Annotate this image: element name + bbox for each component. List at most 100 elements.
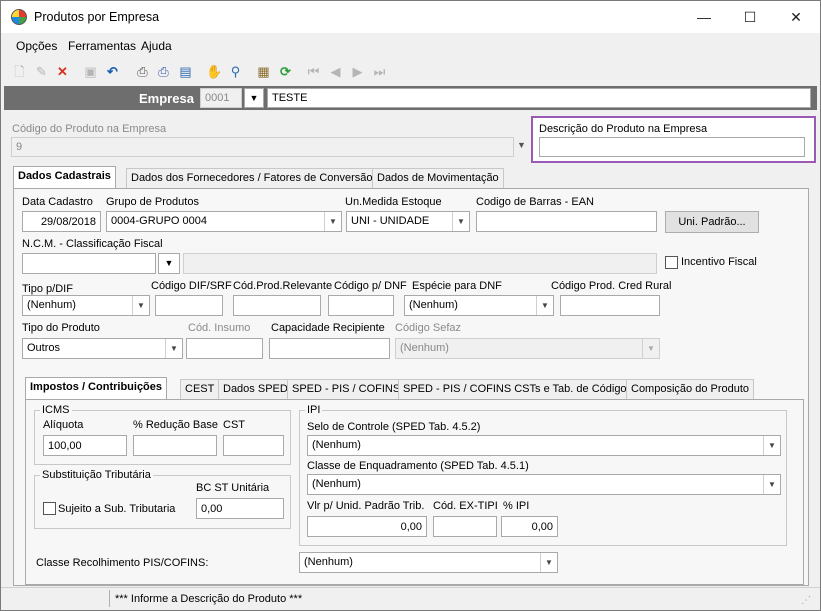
last-record-icon[interactable]: ⏭ [371, 63, 388, 80]
pct-ipi-input[interactable] [501, 516, 558, 537]
close-button[interactable]: ✕ [773, 1, 819, 33]
cod-dif-srf-input[interactable] [155, 295, 223, 316]
tab-impostos[interactable]: Impostos / Contribuições [25, 377, 168, 399]
subst-tributaria-title: Substituição Tributária [40, 469, 153, 481]
tipo-produto-value: Outros [27, 342, 61, 354]
prev-record-icon[interactable]: ◀ [327, 63, 344, 80]
chevron-down-icon: ▼ [536, 296, 553, 315]
delete-icon[interactable]: ✕ [54, 63, 71, 80]
cod-dnf-input[interactable] [328, 295, 394, 316]
ncm-description-input[interactable] [183, 253, 657, 274]
un-medida-select[interactable]: UNI - UNIDADE ▼ [346, 211, 470, 232]
cod-insumo-input[interactable] [186, 338, 263, 359]
cod-ex-tipi-input[interactable] [433, 516, 497, 537]
tipo-dif-select[interactable]: (Nenhum) ▼ [22, 295, 150, 316]
capacidade-input[interactable] [269, 338, 390, 359]
edit-icon[interactable]: ✎ [33, 63, 50, 80]
classe-enquadramento-select[interactable]: (Nenhum) ▼ [307, 474, 781, 495]
cod-prod-relevante-input[interactable] [233, 295, 321, 316]
save-icon[interactable]: ▣ [82, 63, 99, 80]
chevron-down-icon: ▼ [132, 296, 149, 315]
classe-recolhimento-select[interactable]: (Nenhum) ▼ [299, 552, 558, 573]
uni-padrao-button[interactable]: Uni. Padrão... [665, 211, 759, 233]
tab-dados-sped[interactable]: Dados SPED [218, 379, 293, 399]
ncm-dropdown-button[interactable]: ▼ [158, 253, 180, 274]
grupo-produtos-value: 0004-GRUPO 0004 [111, 215, 207, 227]
new-icon[interactable]: 🗋 [11, 63, 28, 80]
aliquota-input[interactable] [43, 435, 127, 456]
minimize-button[interactable]: — [681, 1, 727, 33]
cod-cred-rural-input[interactable] [560, 295, 660, 316]
especie-dnf-value: (Nenhum) [409, 299, 458, 311]
tipo-produto-select[interactable]: Outros ▼ [22, 338, 183, 359]
empresa-code-input[interactable] [200, 88, 242, 108]
chevron-down-icon: ▼ [763, 475, 780, 494]
vlr-unid-input[interactable] [307, 516, 427, 537]
ean-input[interactable] [476, 211, 657, 232]
tipo-produto-label: Tipo do Produto [22, 322, 100, 334]
tipo-dif-value: (Nenhum) [27, 299, 76, 311]
tab-dados-cadastrais[interactable]: Dados Cadastrais [13, 166, 116, 188]
search-icon[interactable]: ⚲ [227, 63, 244, 80]
grupo-produtos-select[interactable]: 0004-GRUPO 0004 ▼ [106, 211, 342, 232]
empresa-dropdown-button[interactable]: ▼ [244, 88, 264, 108]
resize-grip-icon[interactable]: ⋰ [801, 595, 811, 606]
tab-dados-fornecedores[interactable]: Dados dos Fornecedores / Fatores de Conv… [126, 168, 378, 188]
tab-sped-pis-cofins[interactable]: SPED - PIS / COFINS [287, 379, 406, 399]
next-record-icon[interactable]: ▶ [349, 63, 366, 80]
especie-dnf-select[interactable]: (Nenhum) ▼ [404, 295, 554, 316]
hand-icon[interactable]: ✋ [206, 63, 223, 80]
refresh-icon[interactable]: ⟳ [277, 63, 294, 80]
cod-prod-relevante-label: Cód.Prod.Relevante [233, 280, 333, 292]
menu-opcoes[interactable]: Opções [16, 39, 57, 53]
tab-cest[interactable]: CEST [180, 379, 220, 399]
chevron-down-icon: ▼ [324, 212, 341, 231]
descricao-produto-input[interactable] [539, 137, 805, 157]
ncm-input[interactable] [22, 253, 156, 274]
tab-sped-pis-cofins-csts[interactable]: SPED - PIS / COFINS CSTs e Tab. de Códig… [398, 379, 638, 399]
empresa-name-input[interactable] [267, 88, 811, 108]
undo-icon[interactable]: ↶ [104, 63, 121, 80]
codigo-produto-input[interactable] [11, 137, 514, 157]
classe-enquadramento-label: Classe de Enquadramento (SPED Tab. 4.5.1… [307, 460, 529, 472]
sujeito-sub-checkbox[interactable] [43, 502, 56, 515]
reducao-base-input[interactable] [133, 435, 217, 456]
tipo-dif-label: Tipo p/DIF [22, 283, 73, 295]
codigo-dropdown-icon[interactable]: ▼ [517, 140, 526, 150]
selo-controle-select[interactable]: (Nenhum) ▼ [307, 435, 781, 456]
capacidade-label: Capacidade Recipiente [271, 322, 385, 334]
ipi-title: IPI [305, 404, 323, 416]
first-record-icon[interactable]: ⏮ [305, 63, 322, 80]
print-preview-icon[interactable]: ⎙ [155, 63, 172, 80]
cod-dif-srf-label: Código DIF/SRF [151, 280, 232, 292]
selo-controle-value: (Nenhum) [312, 439, 361, 451]
especie-dnf-label: Espécie para DNF [412, 280, 502, 292]
toolbar [1, 59, 820, 85]
chevron-down-icon: ▼ [642, 339, 659, 358]
tab-dados-movimentacao[interactable]: Dados de Movimentação [372, 168, 504, 188]
bc-st-input[interactable] [196, 498, 284, 519]
aliquota-label: Alíquota [43, 419, 84, 431]
cod-sefaz-value: (Nenhum) [400, 342, 449, 354]
cod-insumo-label: Cód. Insumo [188, 322, 251, 334]
menu-ferramentas[interactable]: Ferramentas [68, 39, 136, 53]
un-medida-label: Un.Medida Estoque [345, 196, 442, 208]
app-icon [11, 9, 27, 25]
data-cadastro-input[interactable] [22, 211, 101, 232]
main-tabs: Dados Cadastrais Dados dos Fornecedores … [13, 166, 808, 189]
chevron-down-icon: ▼ [763, 436, 780, 455]
export-icon[interactable]: ▤ [177, 63, 194, 80]
sub-tabs: Impostos / Contribuições CEST Dados SPED… [25, 377, 805, 400]
tab-composicao[interactable]: Composição do Produto [626, 379, 755, 399]
print-icon[interactable]: ⎙ [134, 63, 151, 80]
incentivo-fiscal-checkbox[interactable] [665, 256, 678, 269]
cst-input[interactable] [223, 435, 284, 456]
report-icon[interactable]: ▦ [255, 63, 272, 80]
data-cadastro-label: Data Cadastro [22, 196, 93, 208]
maximize-button[interactable]: ☐ [727, 1, 773, 33]
cod-ex-tipi-label: Cód. EX-TIPI [433, 500, 498, 512]
status-message: *** Informe a Descrição do Produto *** [115, 593, 303, 605]
cod-sefaz-select[interactable]: (Nenhum) ▼ [395, 338, 660, 359]
main-window: Produtos por Empresa — ☐ ✕ Opções Ferram… [0, 0, 821, 611]
menu-ajuda[interactable]: Ajuda [141, 39, 172, 53]
